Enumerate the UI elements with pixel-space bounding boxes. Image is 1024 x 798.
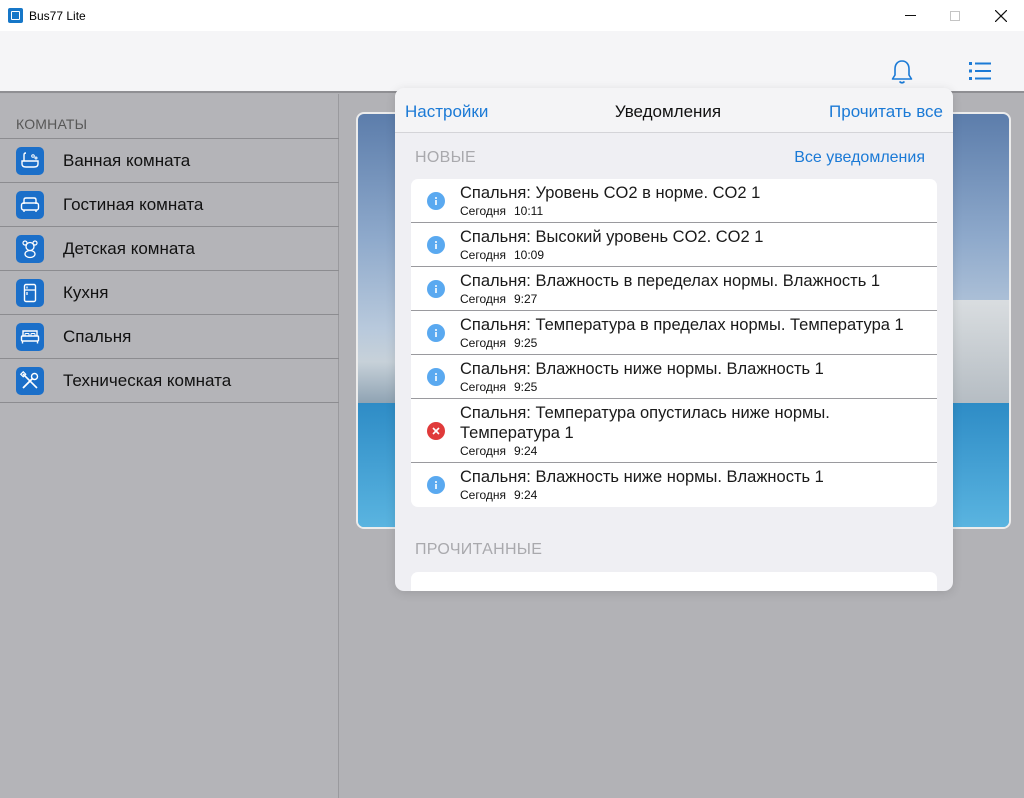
sidebar-item-kids-room[interactable]: Детская комната bbox=[0, 227, 339, 271]
notification-time: 10:09 bbox=[514, 248, 545, 262]
notification-item[interactable]: Спальня: Влажность в переделах нормы. Вл… bbox=[411, 267, 937, 311]
room-list: Ванная комната Гостиная комната Детская … bbox=[0, 138, 339, 403]
room-label: Спальня bbox=[63, 326, 132, 346]
read-all-button[interactable]: Прочитать все bbox=[829, 102, 943, 122]
title-bar: Bus77 Lite bbox=[0, 0, 1024, 31]
sidebar: КОМНАТЫ Ванная комната Гостиная комната … bbox=[0, 94, 339, 798]
notification-time: 9:27 bbox=[514, 292, 538, 306]
notification-day: Сегодня bbox=[460, 380, 506, 394]
bathtub-icon bbox=[16, 146, 44, 175]
fridge-icon bbox=[16, 278, 44, 307]
teddy-bear-icon bbox=[16, 234, 44, 263]
window-title: Bus77 Lite bbox=[29, 9, 86, 23]
notification-text: Спальня: Влажность ниже нормы. Влажность… bbox=[460, 468, 824, 486]
notification-timestamp: Сегодня 9:24 bbox=[460, 487, 927, 503]
room-label: Кухня bbox=[63, 282, 109, 302]
room-label: Гостиная комната bbox=[63, 194, 204, 214]
notification-text: Спальня: Уровень CO2 в норме. CO2 1 bbox=[460, 184, 761, 202]
notification-time: 10:11 bbox=[514, 204, 544, 218]
sidebar-item-technical-room[interactable]: Техническая комната bbox=[0, 359, 339, 403]
sidebar-item-bedroom[interactable]: Спальня bbox=[0, 315, 339, 359]
sidebar-item-living-room[interactable]: Гостиная комната bbox=[0, 183, 339, 227]
sofa-icon bbox=[16, 190, 44, 219]
notification-item[interactable]: Спальня: Влажность ниже нормы. Влажность… bbox=[411, 463, 937, 507]
notification-timestamp: Сегодня 9:25 bbox=[460, 379, 927, 395]
notification-text: Спальня: Влажность в переделах нормы. Вл… bbox=[460, 272, 881, 290]
maximize-icon bbox=[950, 10, 960, 21]
notification-timestamp: Сегодня 9:25 bbox=[460, 335, 927, 351]
notification-day: Сегодня bbox=[460, 488, 506, 502]
notification-item[interactable]: Спальня: Температура в пределах нормы. Т… bbox=[411, 311, 937, 355]
notification-text: Спальня: Влажность ниже нормы. Влажность… bbox=[460, 360, 824, 378]
sidebar-title: КОМНАТЫ bbox=[16, 116, 88, 132]
room-label: Техническая комната bbox=[63, 370, 232, 390]
bell-icon[interactable] bbox=[890, 59, 914, 85]
notification-item[interactable]: Спальня: Влажность ниже нормы. Влажность… bbox=[411, 355, 937, 399]
new-notifications-list: Спальня: Уровень CO2 в норме. CO2 1 Сего… bbox=[411, 179, 937, 507]
list-menu-icon[interactable] bbox=[968, 59, 992, 83]
room-label: Детская комната bbox=[63, 238, 195, 258]
notification-timestamp: Сегодня 10:11 bbox=[460, 203, 927, 219]
notification-timestamp: Сегодня 9:27 bbox=[460, 291, 927, 307]
read-notifications-list bbox=[411, 572, 937, 591]
notification-day: Сегодня bbox=[460, 336, 506, 350]
notification-timestamp: Сегодня 10:09 bbox=[460, 247, 927, 263]
info-icon bbox=[427, 323, 445, 342]
info-icon bbox=[427, 235, 445, 254]
notification-time: 9:24 bbox=[514, 444, 538, 458]
notification-time: 9:24 bbox=[514, 488, 538, 502]
close-icon bbox=[995, 9, 1007, 22]
sidebar-item-bathroom[interactable]: Ванная комната bbox=[0, 139, 339, 183]
new-section-header: НОВЫЕ bbox=[415, 149, 477, 166]
maximize-button[interactable] bbox=[932, 0, 978, 31]
notification-item[interactable]: Спальня: Температура опустилась ниже нор… bbox=[411, 399, 937, 463]
notification-text: Спальня: Температура в пределах нормы. Т… bbox=[460, 316, 904, 334]
info-icon bbox=[427, 279, 445, 298]
error-icon bbox=[427, 421, 445, 440]
notification-time: 9:25 bbox=[514, 336, 538, 350]
room-label: Ванная комната bbox=[63, 150, 191, 170]
app-header bbox=[0, 31, 1024, 93]
tools-icon bbox=[16, 366, 44, 395]
notifications-popover: Уведомления Настройки Прочитать все НОВЫ… bbox=[395, 88, 953, 591]
all-notifications-link[interactable]: Все уведомления bbox=[794, 149, 925, 167]
notification-text: Спальня: Высокий уровень CO2. CO2 1 bbox=[460, 228, 764, 246]
close-button[interactable] bbox=[978, 0, 1024, 31]
notification-item[interactable]: Спальня: Уровень CO2 в норме. CO2 1 Сего… bbox=[411, 179, 937, 223]
notification-item[interactable]: Спальня: Высокий уровень CO2. CO2 1 Сего… bbox=[411, 223, 937, 267]
info-icon bbox=[427, 367, 445, 386]
notification-day: Сегодня bbox=[460, 444, 506, 458]
bed-icon bbox=[16, 322, 44, 351]
minimize-icon bbox=[904, 15, 916, 16]
sidebar-item-kitchen[interactable]: Кухня bbox=[0, 271, 339, 315]
notification-timestamp: Сегодня 9:24 bbox=[460, 443, 927, 459]
settings-button[interactable]: Настройки bbox=[405, 102, 488, 122]
notification-time: 9:25 bbox=[514, 380, 538, 394]
info-icon bbox=[427, 476, 445, 494]
notification-day: Сегодня bbox=[460, 248, 506, 262]
app-logo-icon bbox=[8, 8, 23, 23]
info-icon bbox=[427, 191, 445, 210]
notification-day: Сегодня bbox=[460, 204, 506, 218]
minimize-button[interactable] bbox=[887, 0, 933, 31]
popover-nav-bar: Уведомления Настройки Прочитать все bbox=[395, 88, 953, 133]
notification-text: Спальня: Температура опустилась ниже нор… bbox=[460, 404, 830, 442]
notification-day: Сегодня bbox=[460, 292, 506, 306]
read-section-header: ПРОЧИТАННЫЕ bbox=[415, 541, 543, 558]
